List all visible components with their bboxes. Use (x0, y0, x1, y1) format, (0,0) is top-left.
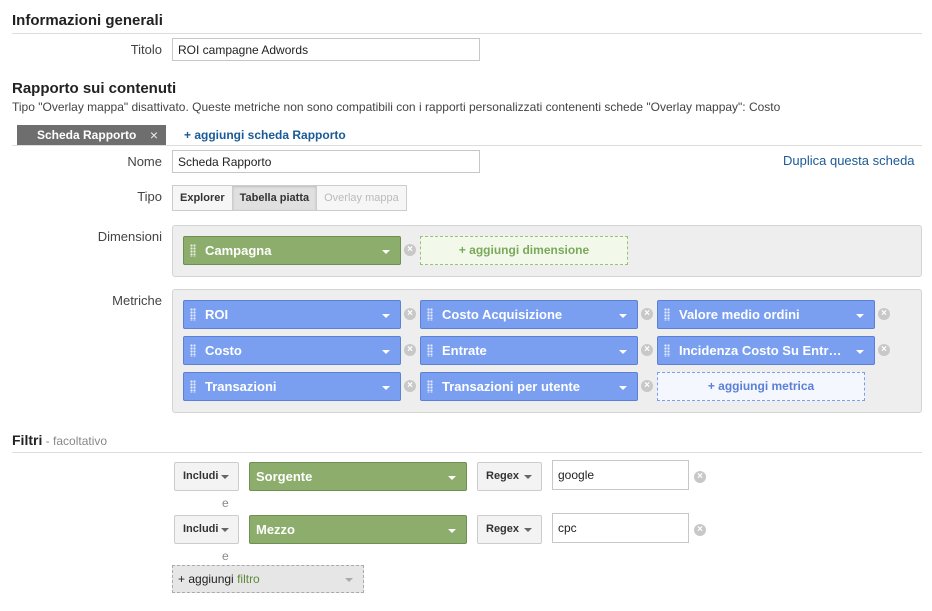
tab-label: Scheda Rapporto (37, 128, 137, 142)
filter-value-input[interactable]: cpc (552, 513, 689, 543)
add-tab-link[interactable]: + aggiungi scheda Rapporto (184, 128, 346, 142)
drag-handle-icon[interactable] (427, 344, 433, 357)
type-flat-table-button[interactable]: Tabella piatta (232, 186, 318, 210)
type-map-overlay-button: Overlay mappa (324, 192, 399, 204)
metric-pill[interactable]: ROI (183, 300, 401, 329)
chevron-down-icon (524, 528, 532, 532)
tab-scheda-rapporto[interactable]: Scheda Rapporto × (17, 125, 166, 145)
dimension-pill[interactable]: Campagna (183, 236, 401, 265)
type-selector: Explorer Tabella piatta Overlay mappa (172, 185, 407, 211)
chevron-down-icon[interactable] (856, 350, 864, 354)
drag-handle-icon[interactable] (190, 244, 196, 257)
remove-icon[interactable]: × (878, 344, 890, 356)
chevron-down-icon (221, 528, 229, 532)
divider (12, 145, 922, 146)
close-icon[interactable]: × (150, 125, 158, 145)
filter-field-pill[interactable]: Sorgente (249, 462, 467, 491)
content-section-title: Rapporto sui contenuti (12, 80, 177, 97)
metric-pill[interactable]: Transazioni per utente (420, 372, 638, 401)
chevron-down-icon[interactable] (382, 314, 390, 318)
metric-pill[interactable]: Valore medio ordini (657, 300, 875, 329)
add-dimension-button[interactable]: + aggiungi dimensione (420, 236, 628, 265)
drag-handle-icon[interactable] (190, 344, 196, 357)
chevron-down-icon[interactable] (448, 476, 456, 480)
filter-field-pill[interactable]: Mezzo (249, 515, 467, 544)
dimensions-label: Dimensioni (97, 229, 162, 244)
remove-icon[interactable]: × (404, 380, 416, 392)
remove-icon[interactable]: × (404, 344, 416, 356)
drag-handle-icon[interactable] (190, 308, 196, 321)
metrics-label: Metriche (112, 293, 162, 308)
title-label: Titolo (130, 42, 162, 57)
chevron-down-icon (524, 475, 532, 479)
type-label: Tipo (137, 189, 162, 204)
chevron-down-icon[interactable] (382, 350, 390, 354)
divider (12, 33, 922, 34)
chevron-down-icon[interactable] (382, 386, 390, 390)
filters-section-title: Filtri - facoltativo (12, 432, 107, 448)
drag-handle-icon[interactable] (664, 344, 670, 357)
filter-match-select[interactable]: Regex (477, 462, 542, 491)
add-filter-button[interactable]: + aggiungi filtro (172, 565, 364, 593)
add-filter-word: filtro (237, 572, 260, 586)
remove-icon[interactable]: × (404, 308, 416, 320)
chevron-down-icon[interactable] (619, 314, 627, 318)
filter-include-select[interactable]: Includi (174, 515, 239, 544)
and-label: e (222, 549, 229, 563)
drag-handle-icon[interactable] (427, 308, 433, 321)
tab-name-input[interactable]: Scheda Rapporto (172, 150, 480, 173)
metric-pill[interactable]: Incidenza Costo Su Entr… (657, 336, 875, 365)
filter-include-select[interactable]: Includi (174, 462, 239, 491)
remove-icon[interactable]: × (641, 380, 653, 392)
chevron-down-icon (345, 578, 353, 582)
chevron-down-icon[interactable] (382, 250, 390, 254)
remove-icon[interactable]: × (404, 244, 416, 256)
filter-value-input[interactable]: google (552, 460, 689, 490)
chevron-down-icon[interactable] (856, 314, 864, 318)
chevron-down-icon[interactable] (619, 350, 627, 354)
and-label: e (222, 496, 229, 510)
duplicate-tab-link[interactable]: Duplica questa scheda (783, 153, 915, 168)
remove-icon[interactable]: × (641, 308, 653, 320)
title-input[interactable]: ROI campagne Adwords (172, 38, 480, 61)
filter-match-select[interactable]: Regex (477, 515, 542, 544)
drag-handle-icon[interactable] (190, 380, 196, 393)
drag-handle-icon[interactable] (427, 380, 433, 393)
drag-handle-icon[interactable] (664, 308, 670, 321)
metric-pill[interactable]: Costo (183, 336, 401, 365)
chevron-down-icon[interactable] (619, 386, 627, 390)
add-metric-button[interactable]: + aggiungi metrica (657, 372, 865, 401)
metric-pill[interactable]: Entrate (420, 336, 638, 365)
remove-icon[interactable]: × (694, 524, 706, 536)
remove-icon[interactable]: × (694, 471, 706, 483)
add-filter-prefix: + aggiungi (178, 572, 238, 586)
divider (12, 452, 922, 453)
type-explorer-button[interactable]: Explorer (173, 186, 233, 210)
remove-icon[interactable]: × (878, 308, 890, 320)
metric-pill[interactable]: Transazioni (183, 372, 401, 401)
chevron-down-icon[interactable] (448, 529, 456, 533)
metric-pill[interactable]: Costo Acquisizione (420, 300, 638, 329)
general-section-title: Informazioni generali (12, 12, 163, 29)
incompatibility-notice: Tipo "Overlay mappa" disattivato. Queste… (12, 100, 781, 114)
filters-title: Filtri (12, 432, 43, 448)
filters-optional-note: - facoltativo (42, 434, 108, 448)
remove-icon[interactable]: × (641, 344, 653, 356)
name-label: Nome (127, 154, 162, 169)
chevron-down-icon (221, 475, 229, 479)
